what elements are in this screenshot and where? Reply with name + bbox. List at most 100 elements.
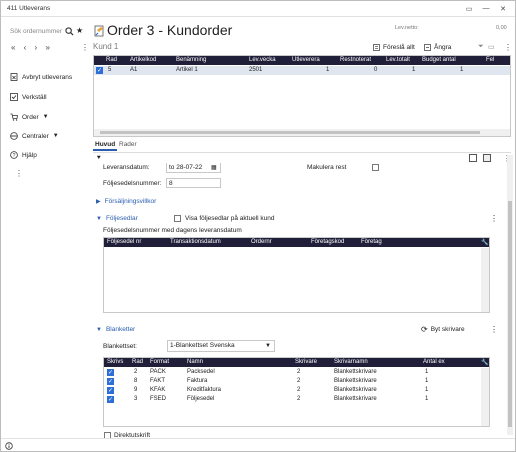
col-foretagskod[interactable]: Företagskod [311,239,344,245]
col-namn[interactable]: Namn [187,359,203,365]
cell-antal[interactable]: 1 [425,396,428,402]
menu-label: Verkställ [22,93,47,101]
blankettset-label: Blankettset: [103,343,137,350]
calendar-icon[interactable]: ▦ [211,164,217,171]
col-transaktionsdatum[interactable]: Transaktionsdatum [170,239,221,245]
cell-levtotalt: 1 [412,67,416,73]
row-checkbox[interactable]: ✓ [107,369,114,376]
content-scrollbar[interactable] [507,155,513,435]
col-foretag[interactable]: Företag [361,239,382,245]
refresh-icon: ⟳ [421,325,428,334]
row-checkbox[interactable]: ✓ [107,396,114,403]
byt-skrivare-button[interactable]: ⟳ Byt skrivare [421,325,465,334]
record-navigation[interactable]: « ‹ › » [11,43,53,52]
customer-name: Kund 1 [93,42,119,51]
blanketter-grid: Skrivs Rad Format Namn Skrivare Skrivarn… [103,357,490,427]
row-checkbox[interactable]: ✓ [96,67,103,74]
sidebar: Sök ordernummer ★ « ‹ › » ⋮ Avbryt utlev… [1,18,89,438]
cell-antal[interactable]: 1 [425,378,428,384]
grid-header: Rad Artikelkod Benämning Lev.vecka Utlev… [94,56,510,65]
scrollbar-thumb[interactable] [100,131,480,134]
menu-label: Hjälp [22,151,37,159]
col-utleverera[interactable]: Utleverera [292,57,320,63]
col-rad[interactable]: Rad [106,57,117,63]
table-row[interactable]: ✓ 2 PACK Packsedel 2 Blankettskrivare 1 [104,368,489,377]
col-budget[interactable]: Budget antal [422,57,456,63]
forsaljningsvillkor-section[interactable]: ▶ Försäljningsvillkor [96,198,156,205]
calendar-view-icon[interactable] [469,154,477,162]
makulera-rest-checkbox[interactable] [372,164,379,171]
info-icon[interactable] [5,442,13,450]
col-foljesedel-nr[interactable]: Följesedel nr [107,239,141,245]
menu-verkstall[interactable]: Verkställ [10,93,47,101]
more-options-icon[interactable]: ⋮ [504,43,512,52]
search-icon[interactable] [65,27,74,36]
menu-centraler[interactable]: Centraler ▼ [10,132,59,140]
col-artikelkod[interactable]: Artikelkod [130,57,156,63]
col-levtotalt[interactable]: Lev.totalt [386,57,410,63]
cell-namn: Följesedel [187,396,215,402]
col-levvecka[interactable]: Lev.vecka [249,57,276,63]
table-row[interactable]: ✓ 3 FSED Följesedel 2 Blankettskrivare 1 [104,395,489,404]
cell-skrivare: 2 [297,378,301,384]
blanketter-section[interactable]: ▼ Blanketter [96,326,135,333]
favorite-star-icon[interactable]: ★ [76,26,83,35]
cart-icon [10,113,18,121]
tab-rader[interactable]: Rader [117,140,139,149]
grid-header: Skrivs Rad Format Namn Skrivare Skrivarn… [104,358,489,367]
close-icon[interactable]: ✕ [496,3,510,14]
more-options-icon[interactable]: ⋮ [490,214,498,223]
pin-icon[interactable]: ⯆ [96,155,102,163]
undo-icon [424,44,431,51]
visa-foljesedlar-checkbox[interactable] [174,215,181,222]
blankettset-select[interactable]: 1-Blankettset Svenska ▼ [167,340,275,352]
menu-avbryt-utleverans[interactable]: Avbryt utleverans [10,73,72,81]
search-input[interactable]: Sök ordernummer [10,28,62,35]
col-benamning[interactable]: Benämning [176,57,206,63]
filter-icon[interactable]: ⏷ [478,43,484,51]
foljesedlar-section[interactable]: ▼ Följesedlar [96,215,138,222]
scrollbar-thumb[interactable] [508,201,512,427]
restore-icon[interactable]: ▭ [462,3,476,14]
menu-order[interactable]: Order ▼ [10,113,49,121]
col-format[interactable]: Format [150,359,169,365]
wrench-icon[interactable]: 🔧 [481,359,488,366]
foljesedelsnummer-field[interactable]: 8 [166,178,221,188]
cell-antal[interactable]: 1 [425,387,428,393]
col-restnoterat[interactable]: Restnoterat [340,57,371,63]
table-row[interactable]: ✓ 5 A1 Artikel 1 2501 1 0 1 1 [94,66,510,75]
minimize-icon[interactable]: — [479,3,493,14]
wrench-icon[interactable]: 🔧 [481,239,488,246]
cell-utleverera[interactable]: 1 [326,67,329,73]
cell-format: PACK [150,369,166,375]
tab-huvud[interactable]: Huvud [93,140,118,151]
col-antal-ex[interactable]: Antal ex [423,359,445,365]
search-box[interactable]: Sök ordernummer ★ [7,26,85,38]
foljesedlar-grid: Följesedel nr Transaktionsdatum Ordernr … [103,237,490,313]
horizontal-scrollbar[interactable] [94,129,510,136]
row-checkbox[interactable]: ✓ [107,387,114,394]
cell-rad: 3 [134,396,138,402]
table-row[interactable]: ✓ 8 FAKT Faktura 2 Blankettskrivare 1 [104,377,489,386]
more-options-icon[interactable]: ⋮ [490,325,498,334]
cell-antal[interactable]: 1 [425,369,428,375]
suggest-all-button[interactable]: Föreslå allt [373,44,415,51]
undo-button[interactable]: Ångra [424,44,451,51]
comment-icon[interactable]: ▭ [488,43,495,51]
col-skrivarnamn[interactable]: Skrivarnamn [334,359,368,365]
col-ordernr[interactable]: Ordernr [251,239,272,245]
col-skrivare[interactable]: Skrivare [295,359,317,365]
cell-skrivarnamn: Blankettskrivare [334,369,377,375]
col-fel[interactable]: Fel [486,57,494,63]
vertical-scrollbar[interactable] [481,368,489,426]
row-checkbox[interactable]: ✓ [107,378,114,385]
more-options-icon[interactable]: ⋮ [81,43,89,52]
check-square-icon [10,93,18,101]
menu-hjalp[interactable]: ? Hjälp [10,151,37,159]
table-row[interactable]: ✓ 9 KFAK Kreditfaktura 2 Blankettskrivar… [104,386,489,395]
col-rad[interactable]: Rad [132,359,143,365]
print-icon[interactable] [483,154,491,162]
vertical-scrollbar[interactable] [481,248,489,312]
more-options-icon[interactable]: ⋮ [15,169,23,178]
col-skrivs[interactable]: Skrivs [107,359,123,365]
